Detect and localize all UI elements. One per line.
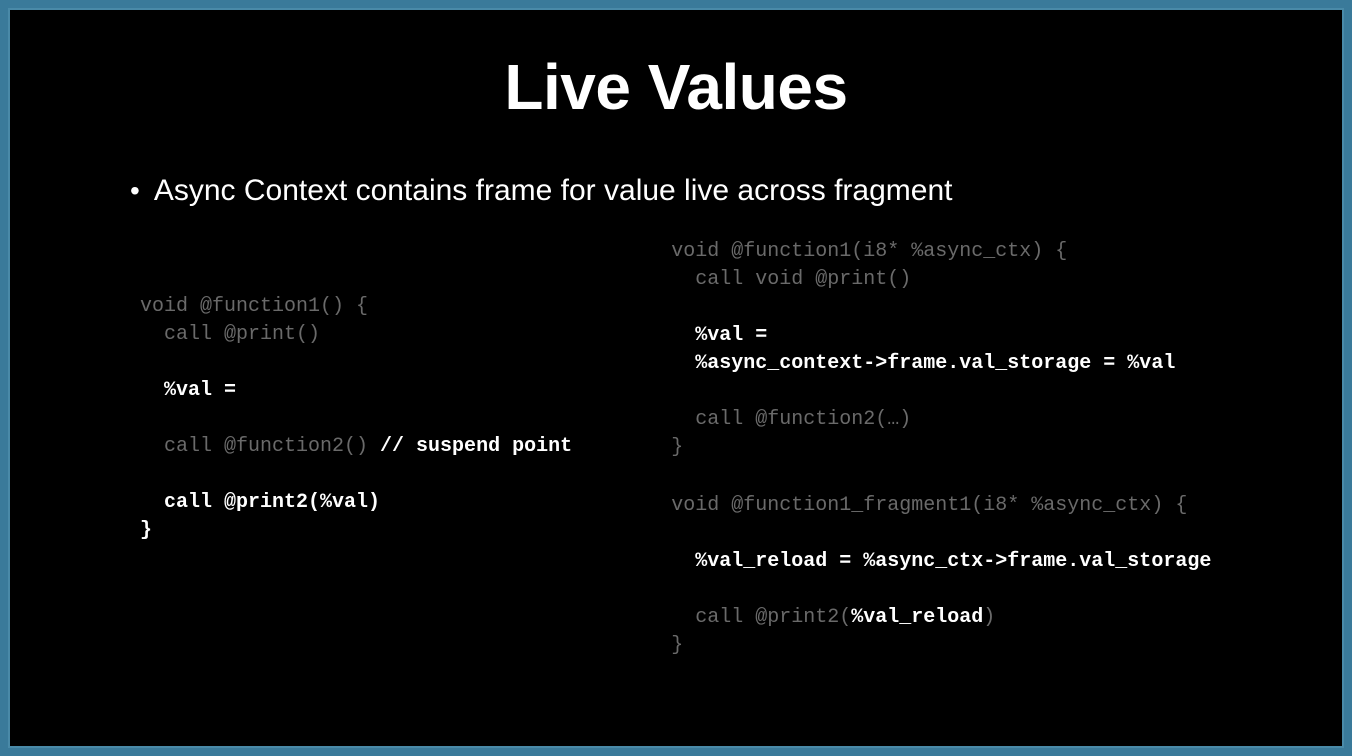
code-line: } xyxy=(671,634,683,657)
code-line: call @print2(%val) xyxy=(140,491,380,514)
slide-title: Live Values xyxy=(90,50,1262,124)
code-column-left: void @function1() { call @print() %val =… xyxy=(140,238,611,690)
code-line: void @function1(i8* %async_ctx) { xyxy=(671,240,1067,263)
code-line-part: %val_reload xyxy=(851,606,983,629)
code-line-part: ) xyxy=(983,606,995,629)
code-line: %val_reload = %async_ctx->frame.val_stor… xyxy=(671,550,1211,573)
code-block-transformed-2: void @function1_fragment1(i8* %async_ctx… xyxy=(671,492,1262,660)
code-line: } xyxy=(671,436,683,459)
code-line: void @function1_fragment1(i8* %async_ctx… xyxy=(671,494,1187,517)
code-line: call @function2(…) xyxy=(671,408,911,431)
code-line: call void @print() xyxy=(671,268,911,291)
code-column-right: void @function1(i8* %async_ctx) { call v… xyxy=(671,238,1262,690)
code-line: call @print() xyxy=(140,323,320,346)
code-line: } xyxy=(140,519,152,542)
code-block-transformed-1: void @function1(i8* %async_ctx) { call v… xyxy=(671,238,1262,462)
slide-outer-frame: Live Values • Async Context contains fra… xyxy=(0,0,1352,756)
code-line: %async_context->frame.val_storage = %val xyxy=(671,352,1175,375)
code-line: %val = xyxy=(671,324,767,347)
code-line-part: call @print2( xyxy=(671,606,851,629)
bullet-text: Async Context contains frame for value l… xyxy=(154,174,953,208)
code-columns: void @function1() { call @print() %val =… xyxy=(140,238,1262,690)
code-comment: // suspend point xyxy=(380,435,572,458)
code-line: void @function1() { xyxy=(140,295,368,318)
code-line: %val = xyxy=(140,379,236,402)
bullet-row: • Async Context contains frame for value… xyxy=(130,174,1262,208)
bullet-dot-icon: • xyxy=(130,177,140,205)
code-line-part: call @function2() xyxy=(140,435,380,458)
code-block-original: void @function1() { call @print() %val =… xyxy=(140,293,611,545)
slide-inner-frame: Live Values • Async Context contains fra… xyxy=(8,8,1344,748)
